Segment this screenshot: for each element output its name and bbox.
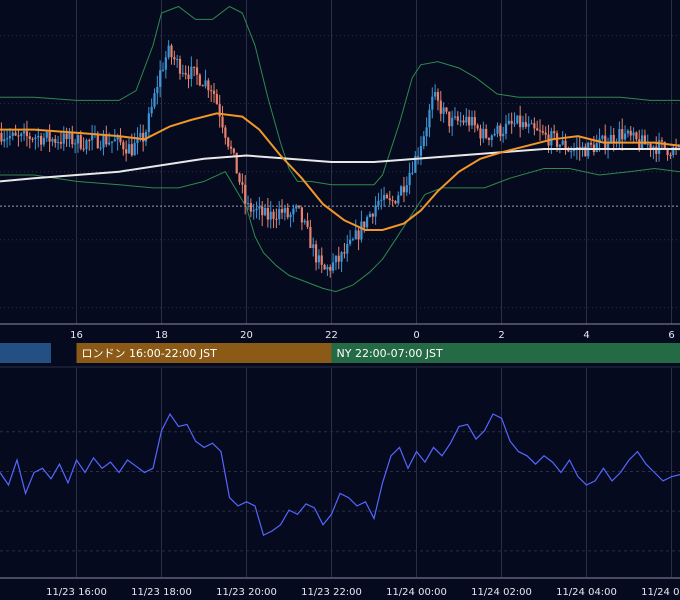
hour-tick-label: 2 [498,330,504,341]
date-tick-label: 11/24 04:00 [556,587,617,598]
candle [400,185,403,196]
hour-tick-label: 4 [583,330,589,341]
hour-tick-label: 6 [668,330,674,341]
hour-tick-label: 20 [240,330,253,341]
hour-tick-label: 16 [70,330,83,341]
session-ny: NY 22:00-07:00 JST [331,343,680,363]
trading-chart: 16 18 20 22 0 2 4 6 ロンドン 16:00-22:00 JST NY 22:0… [0,0,680,600]
date-tick-label: 11/24 02:00 [471,587,532,598]
date-tick-label: 11/23 18:00 [131,587,192,598]
hour-tick-label: 18 [155,330,168,341]
session-label: NY 22:00-07:00 JST [337,347,444,360]
hour-tick-label: 22 [325,330,338,341]
hour-tick-label: 0 [413,330,419,341]
date-tick-label: 11/24 06:00 [641,587,680,598]
chart-background [0,0,680,600]
session-bar: ロンドン 16:00-22:00 JST NY 22:00-07:00 JST [0,343,680,363]
date-tick-label: 11/23 16:00 [46,587,107,598]
session-label: ロンドン 16:00-22:00 JST [82,347,218,360]
date-tick-label: 11/24 00:00 [386,587,447,598]
date-tick-label: 11/23 22:00 [301,587,362,598]
candle [198,73,201,87]
session-tokyo [0,343,51,363]
session-london: ロンドン 16:00-22:00 JST [76,343,332,363]
date-tick-label: 11/23 20:00 [216,587,277,598]
candle [516,115,519,125]
